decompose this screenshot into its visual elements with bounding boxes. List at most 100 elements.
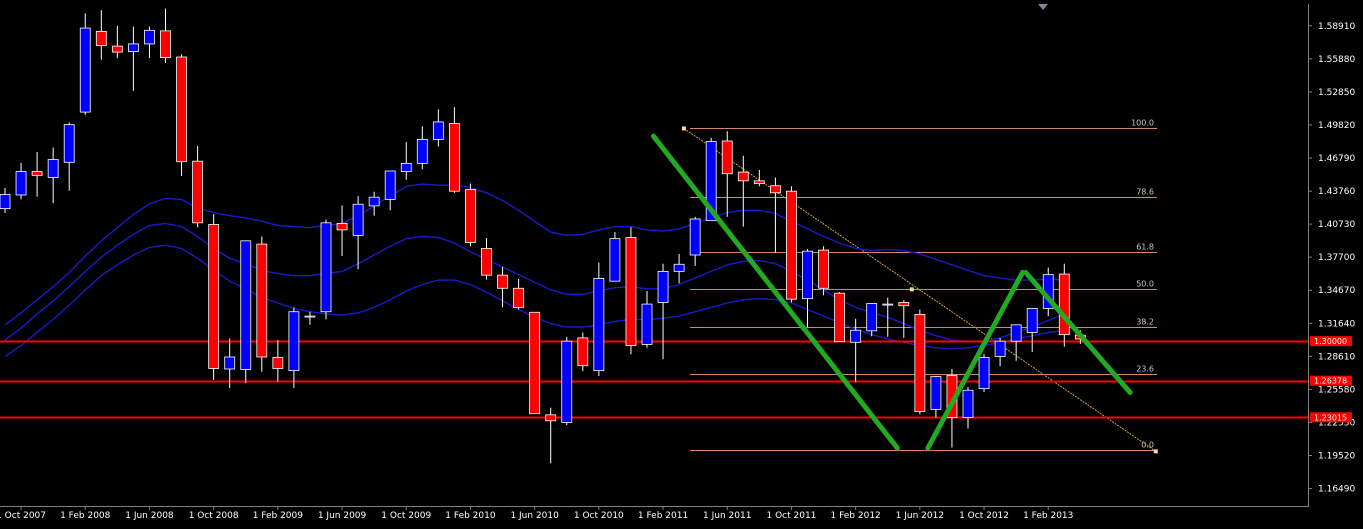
time-tick-label: 1 Oct 2007 <box>0 511 46 521</box>
time-tick-label: 1 Feb 2012 <box>831 511 881 521</box>
candle-body <box>737 171 749 182</box>
candle-body <box>384 170 396 200</box>
trend-mid-point <box>909 287 914 292</box>
candle-body <box>673 263 685 272</box>
candle-body <box>256 243 268 358</box>
candle <box>786 186 797 303</box>
candle <box>1058 263 1070 347</box>
candle-body <box>144 29 155 45</box>
candle <box>625 227 637 355</box>
candle-body <box>416 138 428 164</box>
candle-body <box>577 337 589 367</box>
candle-body <box>1010 324 1022 342</box>
time-tick-label: 1 Feb 2009 <box>253 511 304 521</box>
candle-body <box>978 357 990 390</box>
candle <box>465 183 476 247</box>
candle-body <box>513 287 524 308</box>
price-tag-label: 1.26378 <box>1314 377 1347 386</box>
time-tick-label: 1 Feb 2010 <box>445 511 496 521</box>
price-tick-label: 1.28610 <box>1318 352 1355 362</box>
time-tick-label: 1 Jun 2010 <box>510 511 559 521</box>
candle-body <box>288 311 300 372</box>
price-tick-label: 1.16490 <box>1318 485 1355 495</box>
trend-anchor-point <box>1153 449 1158 454</box>
candle-body <box>834 292 845 343</box>
time-tick-label: 1 Jun 2012 <box>896 511 944 521</box>
time-tick-label: 1 Jun 2009 <box>318 511 367 521</box>
price-tick-label: 1.25580 <box>1318 385 1355 395</box>
price-tick-label: 1.37700 <box>1318 253 1355 263</box>
candle-body <box>465 189 476 243</box>
fib-level-label: 61.8 <box>1136 243 1154 252</box>
price-tick-label: 1.58910 <box>1318 22 1355 32</box>
candle-body <box>609 238 621 282</box>
candle <box>561 336 573 426</box>
price-chart[interactable]: 100.0 78.6 61.8 50.0 38.2 23.6 0.0 1.58910 1.55… <box>0 0 1363 529</box>
candle-body <box>192 160 204 224</box>
trend-anchor-point <box>681 126 686 131</box>
time-tick-label: 1 Oct 2011 <box>766 511 816 521</box>
candle <box>577 332 589 372</box>
candle-body <box>224 356 236 370</box>
candle <box>79 13 91 115</box>
candle <box>320 219 332 320</box>
time-tick-label: 1 Feb 2013 <box>1023 511 1073 521</box>
candle-body <box>352 203 364 236</box>
candle <box>176 54 187 176</box>
fib-level-label: 78.6 <box>1136 188 1154 197</box>
candle-body <box>770 185 781 194</box>
time-tick-label: 1 Oct 2010 <box>574 511 624 521</box>
candle-body <box>160 30 171 58</box>
candle-body <box>400 162 412 172</box>
time-tick-label: 1 Oct 2012 <box>959 511 1009 521</box>
candle-body <box>481 248 492 276</box>
candle-body <box>208 224 220 369</box>
time-tick-label: 1 Jun 2008 <box>125 511 174 521</box>
candle <box>593 262 605 377</box>
candle-body <box>432 121 444 140</box>
candle <box>978 354 990 392</box>
price-tick-label: 1.34670 <box>1318 286 1355 296</box>
price-tick-label: 1.43760 <box>1318 187 1355 197</box>
candle <box>834 292 845 343</box>
candle-body <box>15 171 27 196</box>
candle-body <box>529 311 541 415</box>
candle-body <box>31 171 43 176</box>
candle <box>914 309 926 415</box>
candle-body <box>63 124 75 163</box>
fib-level-label: 38.2 <box>1136 318 1154 327</box>
price-tick-label: 1.49820 <box>1318 121 1355 131</box>
candle-body <box>448 123 460 192</box>
candle-body <box>786 190 797 300</box>
time-tick-label: 1 Oct 2008 <box>189 511 239 521</box>
candle-body <box>625 237 637 346</box>
candle <box>208 214 220 380</box>
price-tick-label: 1.46790 <box>1318 154 1355 164</box>
fib-level-label: 100.0 <box>1131 119 1154 128</box>
candle-body <box>866 303 878 332</box>
candle-body <box>657 270 669 303</box>
candle-body <box>0 194 11 210</box>
price-tick-label: 1.40730 <box>1318 220 1355 230</box>
candle-body <box>882 303 894 306</box>
candle-body <box>304 315 316 318</box>
candle-body <box>994 340 1006 357</box>
candle-body <box>753 180 765 184</box>
candle-body <box>962 389 974 418</box>
candle-body <box>95 30 107 46</box>
time-tick-label: 1 Jun 2011 <box>703 511 751 521</box>
candle-body <box>689 218 701 256</box>
candle-body <box>111 45 123 53</box>
time-tick-label: 1 Oct 2009 <box>381 511 431 521</box>
candle-body <box>272 357 284 369</box>
candle-body <box>545 414 557 422</box>
price-tick-label: 1.55880 <box>1318 55 1355 65</box>
candle <box>256 236 268 372</box>
candle-body <box>802 250 813 300</box>
candle-body <box>914 314 926 412</box>
candle-body <box>336 222 348 231</box>
candle-body <box>898 302 910 307</box>
price-tick-label: 1.19520 <box>1318 451 1355 461</box>
candle-body <box>127 43 139 52</box>
price-tag-label: 1.23015 <box>1314 413 1347 422</box>
